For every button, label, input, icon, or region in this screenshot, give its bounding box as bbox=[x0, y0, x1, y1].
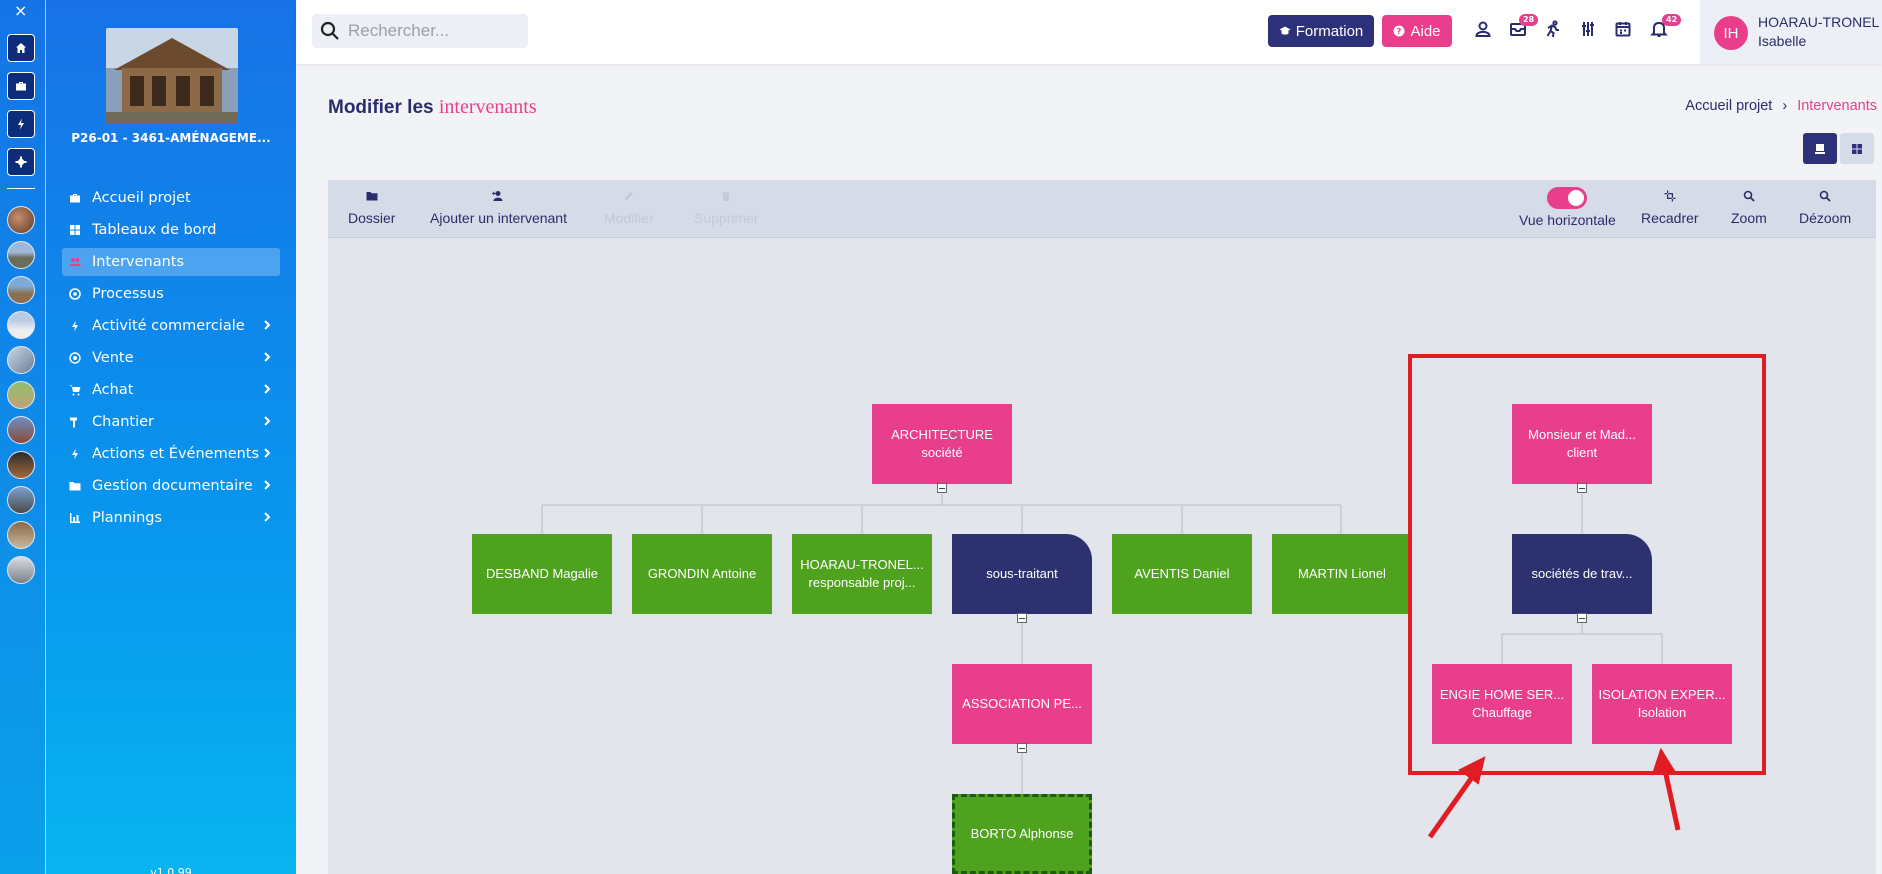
annotation-arrows bbox=[1427, 747, 1681, 839]
annotation-arrow-left bbox=[1427, 771, 1478, 839]
annotation-arrow-right bbox=[1662, 769, 1681, 831]
arrowhead-icon bbox=[1458, 756, 1486, 785]
arrowhead-icon bbox=[1651, 747, 1676, 776]
